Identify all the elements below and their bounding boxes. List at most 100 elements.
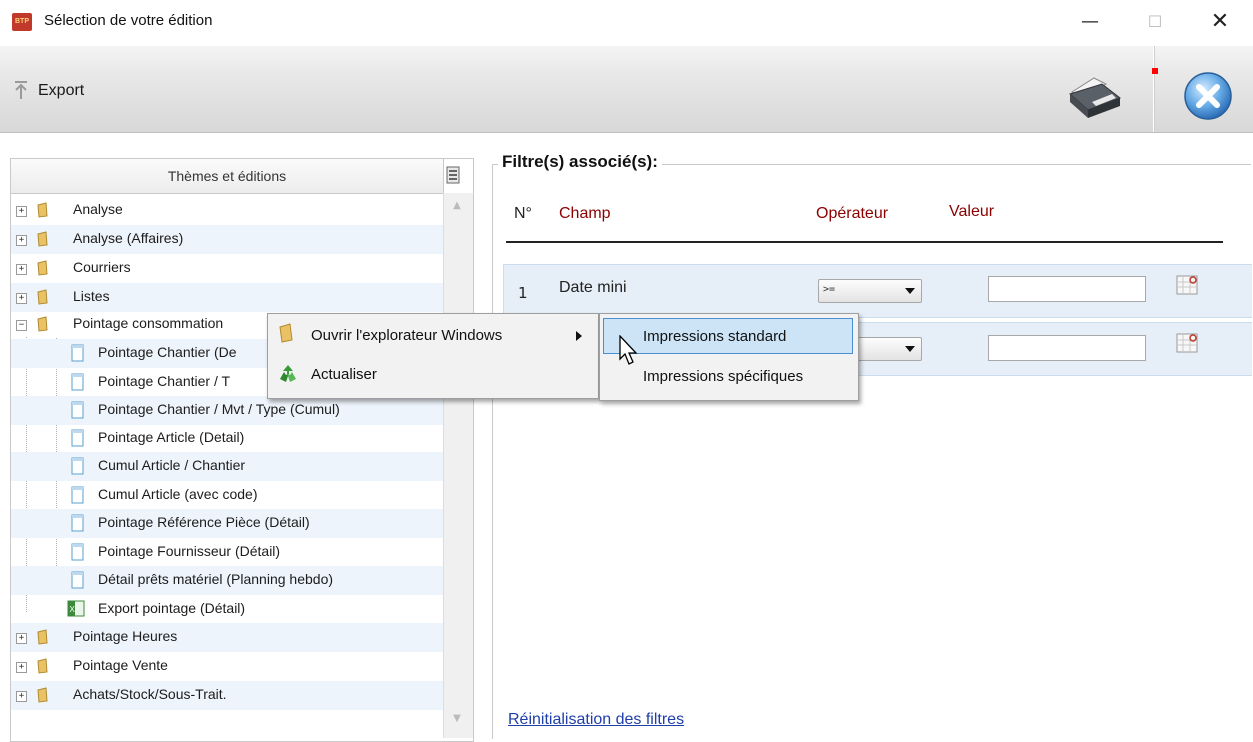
column-header-num: N° — [514, 205, 532, 222]
document-icon — [71, 457, 84, 475]
tree-item-pointage-vente[interactable]: + Pointage Vente — [11, 652, 443, 681]
submenu-arrow-icon — [576, 331, 582, 341]
folder-icon — [37, 202, 48, 218]
tree-item-report[interactable]: Pointage Référence Pièce (Détail) — [11, 509, 443, 538]
tree-item-report[interactable]: Pointage Chantier / Mvt / Type (Cumul) — [11, 396, 443, 425]
header-divider — [506, 241, 1223, 243]
tree-item-label: Pointage Heures — [73, 628, 178, 644]
tree-item-label: Export pointage (Détail) — [98, 600, 246, 616]
expand-toggle[interactable]: + — [16, 662, 27, 673]
folder-icon — [37, 289, 48, 305]
tree-item-label: Achats/Stock/Sous-Trait. — [73, 686, 227, 702]
tree-item-label: Cumul Article / Chantier — [98, 457, 246, 473]
status-indicator — [1152, 68, 1158, 74]
export-button[interactable]: Export — [38, 82, 84, 100]
calendar-icon[interactable] — [1176, 273, 1198, 295]
tree-item-export[interactable]: X Export pointage (Détail) — [11, 595, 443, 624]
filter-row-number: 1 — [518, 284, 528, 302]
tree-item-label: Pointage Chantier (De — [98, 344, 237, 360]
value-input[interactable] — [988, 335, 1146, 361]
folder-icon — [37, 316, 48, 332]
window-title: Sélection de votre édition — [44, 12, 213, 29]
column-header-valeur: Valeur — [949, 203, 995, 220]
expand-toggle[interactable]: + — [16, 264, 27, 275]
close-window-button[interactable]: ✕ — [1198, 4, 1242, 40]
document-icon — [71, 514, 84, 532]
document-icon — [71, 571, 84, 589]
app-logo-icon: BTP — [12, 13, 32, 31]
value-input[interactable] — [988, 276, 1146, 302]
expand-toggle[interactable]: + — [16, 633, 27, 644]
calendar-icon[interactable] — [1176, 331, 1198, 353]
printer-icon[interactable] — [1066, 72, 1124, 120]
minimize-button[interactable]: — — [1068, 4, 1112, 40]
tree-item-analyse-affaires[interactable]: + Analyse (Affaires) — [11, 225, 443, 254]
tree-item-analyse[interactable]: + Analyse — [11, 196, 443, 225]
folder-icon — [37, 231, 48, 247]
folder-icon — [37, 629, 48, 645]
tree-item-report[interactable]: Pointage Fournisseur (Détail) — [11, 538, 443, 567]
excel-icon: X — [67, 600, 85, 617]
tree-item-report[interactable]: Cumul Article (avec code) — [11, 481, 443, 510]
tree-item-achats[interactable]: + Achats/Stock/Sous-Trait. — [11, 681, 443, 710]
mouse-cursor-icon — [619, 335, 638, 365]
refresh-icon — [280, 365, 296, 382]
filters-group — [492, 164, 1251, 739]
expand-toggle[interactable]: + — [16, 235, 27, 246]
tree-item-label: Pointage Chantier / T — [98, 373, 231, 389]
expand-toggle[interactable]: + — [16, 691, 27, 702]
tree-item-label: Listes — [73, 288, 110, 304]
tree-item-label: Courriers — [73, 259, 131, 275]
scroll-down-arrow[interactable]: ▼ — [449, 713, 465, 724]
submenu-item-label: Impressions spécifiques — [643, 368, 804, 385]
tree-item-label: Pointage Référence Pièce (Détail) — [98, 514, 310, 530]
document-icon — [71, 543, 84, 561]
menu-item-label: Ouvrir l'explorateur Windows — [311, 327, 503, 344]
tree-header: Thèmes et éditions — [10, 158, 444, 194]
filter-field-name: Date mini — [559, 279, 627, 296]
submenu-item-label: Impressions standard — [643, 328, 787, 345]
column-header-operateur: Opérateur — [816, 205, 889, 222]
tree-item-label: Détail prêts matériel (Planning hebdo) — [98, 571, 334, 587]
collapse-toggle[interactable]: − — [16, 320, 27, 331]
document-icon — [71, 486, 84, 504]
column-options-icon[interactable] — [446, 166, 460, 184]
folder-icon — [37, 658, 48, 674]
folder-icon — [37, 260, 48, 276]
tree-item-label: Pointage Fournisseur (Détail) — [98, 543, 281, 559]
dropdown-arrow-icon — [905, 346, 915, 352]
tree-item-label: Pointage Vente — [73, 657, 168, 673]
column-header-champ: Champ — [559, 205, 611, 222]
tree-item-label: Pointage Chantier / Mvt / Type (Cumul) — [98, 401, 340, 417]
expand-toggle[interactable]: + — [16, 206, 27, 217]
close-dialog-icon[interactable] — [1182, 70, 1234, 122]
tree-item-label: Analyse — [73, 201, 123, 217]
tree-item-pointage-heures[interactable]: + Pointage Heures — [11, 623, 443, 652]
tree-item-label: Cumul Article (avec code) — [98, 486, 258, 502]
export-arrow-icon — [15, 81, 27, 99]
tree-item-report[interactable]: Détail prêts matériel (Planning hebdo) — [11, 566, 443, 595]
document-icon — [71, 373, 84, 391]
reset-filters-link[interactable]: Réinitialisation des filtres — [508, 711, 684, 729]
document-icon — [71, 401, 84, 419]
operator-select[interactable]: >= — [818, 279, 922, 303]
document-icon — [71, 429, 84, 447]
filters-title: Filtre(s) associé(s): — [498, 152, 662, 172]
tree-item-report[interactable]: Pointage Article (Detail) — [11, 424, 443, 453]
toolbar-separator — [1153, 46, 1154, 132]
document-icon — [71, 344, 84, 362]
tree-item-courriers[interactable]: + Courriers — [11, 254, 443, 283]
scroll-up-arrow[interactable]: ▲ — [449, 200, 465, 211]
tree-item-report[interactable]: Cumul Article / Chantier — [11, 452, 443, 481]
expand-toggle[interactable]: + — [16, 293, 27, 304]
svg-text:X: X — [70, 605, 76, 614]
maximize-button[interactable]: ☐ — [1133, 4, 1177, 40]
tree-item-label: Pointage consommation — [73, 315, 224, 331]
tree-item-label: Pointage Article (Detail) — [98, 429, 245, 445]
dropdown-arrow-icon — [905, 288, 915, 294]
tree-item-listes[interactable]: + Listes — [11, 283, 443, 312]
tree-item-label: Analyse (Affaires) — [73, 230, 184, 246]
operator-value: >= — [823, 284, 836, 295]
tree-scrollbar[interactable] — [443, 193, 473, 738]
menu-item-label: Actualiser — [311, 366, 377, 383]
